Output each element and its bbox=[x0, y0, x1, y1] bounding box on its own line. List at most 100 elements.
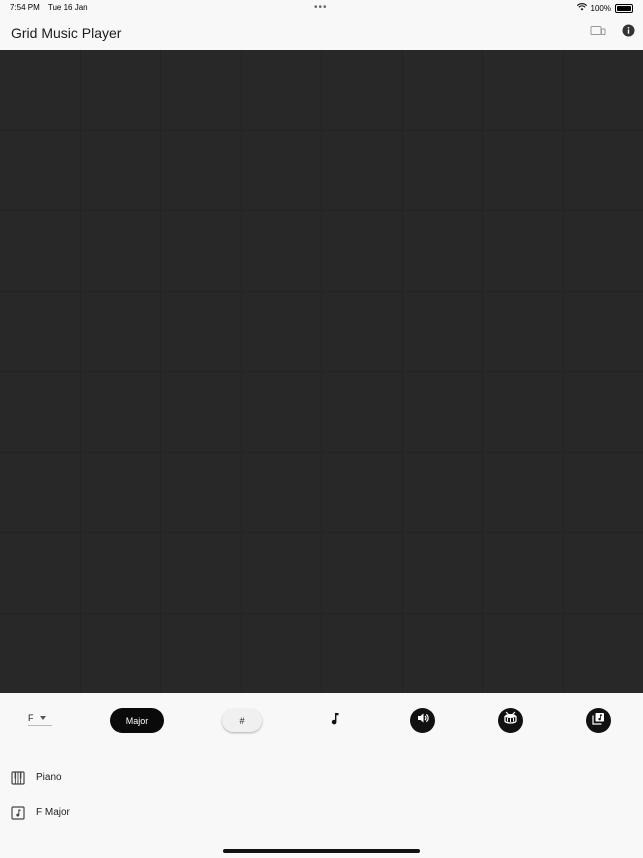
grid-cell[interactable] bbox=[241, 613, 321, 693]
piano-icon bbox=[11, 771, 25, 785]
grid-cell[interactable] bbox=[483, 372, 563, 452]
status-time: 7:54 PM bbox=[10, 3, 40, 12]
device-button[interactable] bbox=[588, 24, 608, 42]
scale-toggle-button[interactable]: Major bbox=[110, 708, 164, 733]
grid-cell[interactable] bbox=[0, 613, 80, 693]
grid-cell[interactable] bbox=[402, 130, 482, 210]
grid-cell[interactable] bbox=[483, 613, 563, 693]
scale-label: F Major bbox=[36, 807, 70, 818]
grid-cell[interactable] bbox=[80, 452, 160, 532]
grid-cell[interactable] bbox=[402, 533, 482, 613]
grid-cell[interactable] bbox=[80, 211, 160, 291]
grid-cell[interactable] bbox=[80, 372, 160, 452]
grid-cell[interactable] bbox=[483, 130, 563, 210]
grid-cell[interactable] bbox=[402, 291, 482, 371]
grid-cell[interactable] bbox=[241, 291, 321, 371]
status-time-date: 7:54 PM Tue 16 Jan bbox=[10, 3, 94, 12]
grid-cell[interactable] bbox=[322, 452, 402, 532]
music-grid bbox=[0, 50, 643, 693]
grid-cell[interactable] bbox=[80, 50, 160, 130]
wifi-icon bbox=[576, 3, 587, 13]
grid-cell[interactable] bbox=[563, 211, 643, 291]
music-note-icon bbox=[330, 712, 340, 730]
library-button[interactable] bbox=[586, 708, 611, 733]
grid-cell[interactable] bbox=[0, 211, 80, 291]
grid-cell[interactable] bbox=[161, 291, 241, 371]
home-indicator[interactable] bbox=[223, 849, 420, 853]
grid-cell[interactable] bbox=[80, 533, 160, 613]
grid-cell[interactable] bbox=[563, 50, 643, 130]
grid-cell[interactable] bbox=[241, 372, 321, 452]
grid-cell[interactable] bbox=[322, 291, 402, 371]
grid-cell[interactable] bbox=[322, 211, 402, 291]
grid-cell[interactable] bbox=[322, 130, 402, 210]
key-dropdown[interactable]: F bbox=[28, 711, 52, 726]
grid-cell[interactable] bbox=[322, 50, 402, 130]
grid-cell[interactable] bbox=[402, 613, 482, 693]
note-button[interactable] bbox=[327, 711, 343, 731]
key-dropdown-value: F bbox=[28, 713, 34, 723]
drum-icon bbox=[503, 711, 518, 730]
grid-cell[interactable] bbox=[161, 211, 241, 291]
grid-cell[interactable] bbox=[322, 613, 402, 693]
volume-button[interactable] bbox=[410, 708, 435, 733]
grid-cell[interactable] bbox=[161, 130, 241, 210]
grid-cell[interactable] bbox=[322, 533, 402, 613]
grid-cell[interactable] bbox=[0, 130, 80, 210]
grid-cell[interactable] bbox=[402, 211, 482, 291]
grid-cell[interactable] bbox=[563, 613, 643, 693]
volume-icon bbox=[416, 711, 430, 730]
info-button[interactable] bbox=[618, 24, 638, 42]
grid-cell[interactable] bbox=[402, 452, 482, 532]
info-icon bbox=[622, 24, 635, 42]
grid-cell[interactable] bbox=[402, 372, 482, 452]
grid-cell[interactable] bbox=[241, 452, 321, 532]
controls-bar: F Major # bbox=[0, 694, 643, 750]
grid-cell[interactable] bbox=[161, 50, 241, 130]
grid-cell[interactable] bbox=[80, 291, 160, 371]
grid-cell[interactable] bbox=[241, 211, 321, 291]
battery-icon bbox=[615, 3, 633, 13]
grid-cell[interactable] bbox=[241, 130, 321, 210]
app-header: Grid Music Player bbox=[0, 16, 643, 50]
grid-cell[interactable] bbox=[0, 50, 80, 130]
status-date: Tue 16 Jan bbox=[47, 3, 88, 12]
grid-cell[interactable] bbox=[0, 372, 80, 452]
instrument-row[interactable]: Piano bbox=[0, 766, 643, 790]
grid-cell[interactable] bbox=[241, 533, 321, 613]
dropdown-arrow-icon bbox=[39, 716, 46, 720]
battery-percent: 100% bbox=[590, 3, 611, 13]
sharp-toggle-button[interactable]: # bbox=[222, 709, 262, 732]
grid-cell[interactable] bbox=[80, 613, 160, 693]
grid-cell[interactable] bbox=[563, 533, 643, 613]
device-icon bbox=[590, 24, 606, 42]
drum-button[interactable] bbox=[498, 708, 523, 733]
music-box-icon bbox=[11, 806, 25, 820]
grid-cell[interactable] bbox=[241, 50, 321, 130]
grid-cell[interactable] bbox=[483, 291, 563, 371]
grid-cell[interactable] bbox=[161, 372, 241, 452]
grid-cell[interactable] bbox=[483, 533, 563, 613]
grid-cell[interactable] bbox=[80, 130, 160, 210]
grid-cell[interactable] bbox=[483, 50, 563, 130]
multitasking-dots[interactable]: ••• bbox=[314, 2, 328, 13]
status-indicators: 100% bbox=[576, 3, 633, 13]
page-title: Grid Music Player bbox=[11, 25, 122, 41]
grid-cell[interactable] bbox=[563, 452, 643, 532]
grid-cell[interactable] bbox=[483, 452, 563, 532]
grid-cell[interactable] bbox=[563, 291, 643, 371]
library-music-icon bbox=[592, 712, 605, 730]
grid-cell[interactable] bbox=[0, 291, 80, 371]
status-bar: 7:54 PM Tue 16 Jan ••• 100% bbox=[0, 0, 643, 16]
grid-cell[interactable] bbox=[161, 452, 241, 532]
grid-cell[interactable] bbox=[563, 372, 643, 452]
grid-cell[interactable] bbox=[402, 50, 482, 130]
grid-cell[interactable] bbox=[563, 130, 643, 210]
grid-cell[interactable] bbox=[0, 533, 80, 613]
scale-row[interactable]: F Major bbox=[0, 801, 643, 825]
grid-cell[interactable] bbox=[0, 452, 80, 532]
grid-cell[interactable] bbox=[161, 613, 241, 693]
grid-cell[interactable] bbox=[161, 533, 241, 613]
grid-cell[interactable] bbox=[483, 211, 563, 291]
grid-cell[interactable] bbox=[322, 372, 402, 452]
